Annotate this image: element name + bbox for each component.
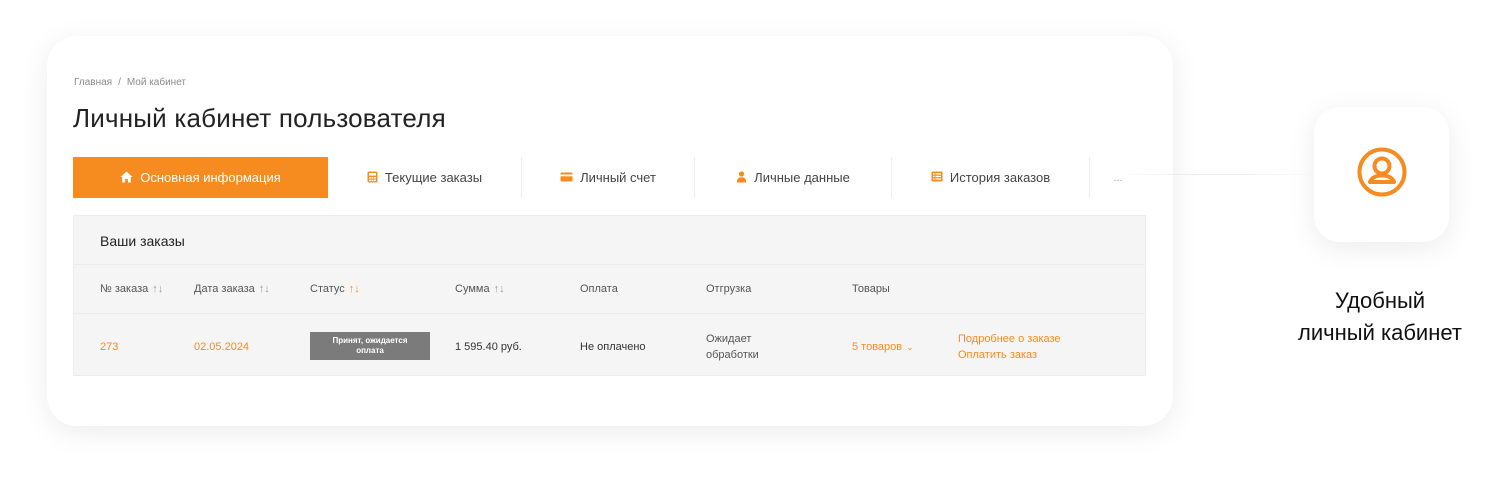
order-payment: Не оплачено — [580, 341, 646, 353]
tab-label: Личный счет — [580, 170, 656, 185]
sort-icon: ↑↓ — [152, 283, 164, 295]
tab-label: Основная информация — [140, 170, 281, 185]
credit-card-icon — [560, 172, 573, 184]
order-actions: Подробнее о заказе Оплатить заказ — [958, 331, 1128, 363]
column-header-date[interactable]: Дата заказа ↑↓ — [194, 283, 270, 295]
divider — [74, 264, 1145, 265]
stage: Главная / Мой кабинет Личный кабинет польз… — [0, 0, 1500, 488]
column-header-shipment: Отгрузка — [706, 283, 752, 295]
account-card: Главная / Мой кабинет Личный кабинет польз… — [47, 36, 1173, 426]
tab-order-history[interactable]: История заказов — [892, 157, 1090, 198]
feature-label-line: личный кабинет — [1298, 320, 1462, 345]
order-number-link[interactable]: 273 — [100, 341, 118, 353]
feature-label-line: Удобный — [1334, 288, 1426, 313]
tab-label: Текущие заказы — [384, 170, 483, 185]
breadcrumb-current: Мой кабинет — [126, 77, 187, 88]
connector-line — [1116, 174, 1316, 175]
column-header-number[interactable]: № заказа ↑↓ — [100, 283, 163, 295]
home-icon — [120, 171, 133, 185]
feature-icon-box — [1314, 107, 1449, 242]
column-label: Дата заказа — [194, 283, 255, 295]
user-circle-icon — [1356, 146, 1408, 203]
breadcrumb: Главная / Мой кабинет — [74, 77, 186, 88]
column-header-payment: Оплата — [580, 283, 618, 295]
tab-label: История заказов — [949, 170, 1051, 185]
status-line: Принят, ожидается — [332, 336, 408, 345]
sort-icon: ↑↓ — [258, 283, 270, 295]
order-date-link[interactable]: 02.05.2024 — [194, 341, 249, 353]
tab-personal-data[interactable]: Личные данные — [695, 157, 892, 198]
column-label: № заказа — [100, 283, 149, 295]
divider — [74, 313, 1145, 314]
tab-main-info[interactable]: Основная информация — [73, 157, 328, 198]
status-badge: Принят, ожидается оплата — [310, 332, 430, 360]
column-header-status[interactable]: Статус ↑↓ — [310, 283, 360, 295]
column-label: Статус — [310, 283, 345, 295]
goods-label: 5 товаров — [852, 341, 903, 353]
tab-more[interactable]: ... — [1090, 157, 1146, 198]
tab-personal-account[interactable]: Личный счет — [522, 157, 695, 198]
status-line: оплата — [356, 346, 384, 355]
shipment-line: Ожидает — [706, 333, 752, 345]
chevron-down-icon: ⌄ — [906, 342, 914, 352]
feature-label: Удобный личный кабинет — [1265, 285, 1495, 349]
column-header-goods: Товары — [852, 283, 890, 295]
pay-order-link[interactable]: Оплатить заказ — [958, 347, 1128, 363]
sort-icon-active: ↑↓ — [348, 283, 360, 295]
page-title: Личный кабинет пользователя — [73, 103, 446, 133]
breadcrumb-separator: / — [118, 77, 121, 88]
goods-dropdown[interactable]: 5 товаров ⌄ — [852, 341, 914, 353]
orders-panel: Ваши заказы № заказа ↑↓ Дата заказа ↑↓ Ста… — [73, 215, 1146, 376]
tab-label: Личные данные — [754, 170, 850, 185]
tab-current-orders[interactable]: Текущие заказы — [328, 157, 522, 198]
shipment-line: обработки — [706, 349, 759, 361]
calculator-icon — [367, 171, 378, 185]
column-header-sum[interactable]: Сумма ↑↓ — [455, 283, 505, 295]
user-icon — [736, 170, 747, 185]
tabs-bar: Основная информация Текущие заказы Личны… — [73, 157, 1146, 198]
orders-title: Ваши заказы — [100, 233, 185, 249]
order-shipment: Ожидает обработки — [706, 331, 816, 363]
column-label: Сумма — [455, 283, 490, 295]
list-icon — [931, 171, 943, 184]
order-details-link[interactable]: Подробнее о заказе — [958, 331, 1128, 347]
order-sum: 1 595.40 руб. — [455, 341, 522, 353]
sort-icon: ↑↓ — [493, 283, 505, 295]
breadcrumb-home[interactable]: Главная — [74, 77, 112, 88]
